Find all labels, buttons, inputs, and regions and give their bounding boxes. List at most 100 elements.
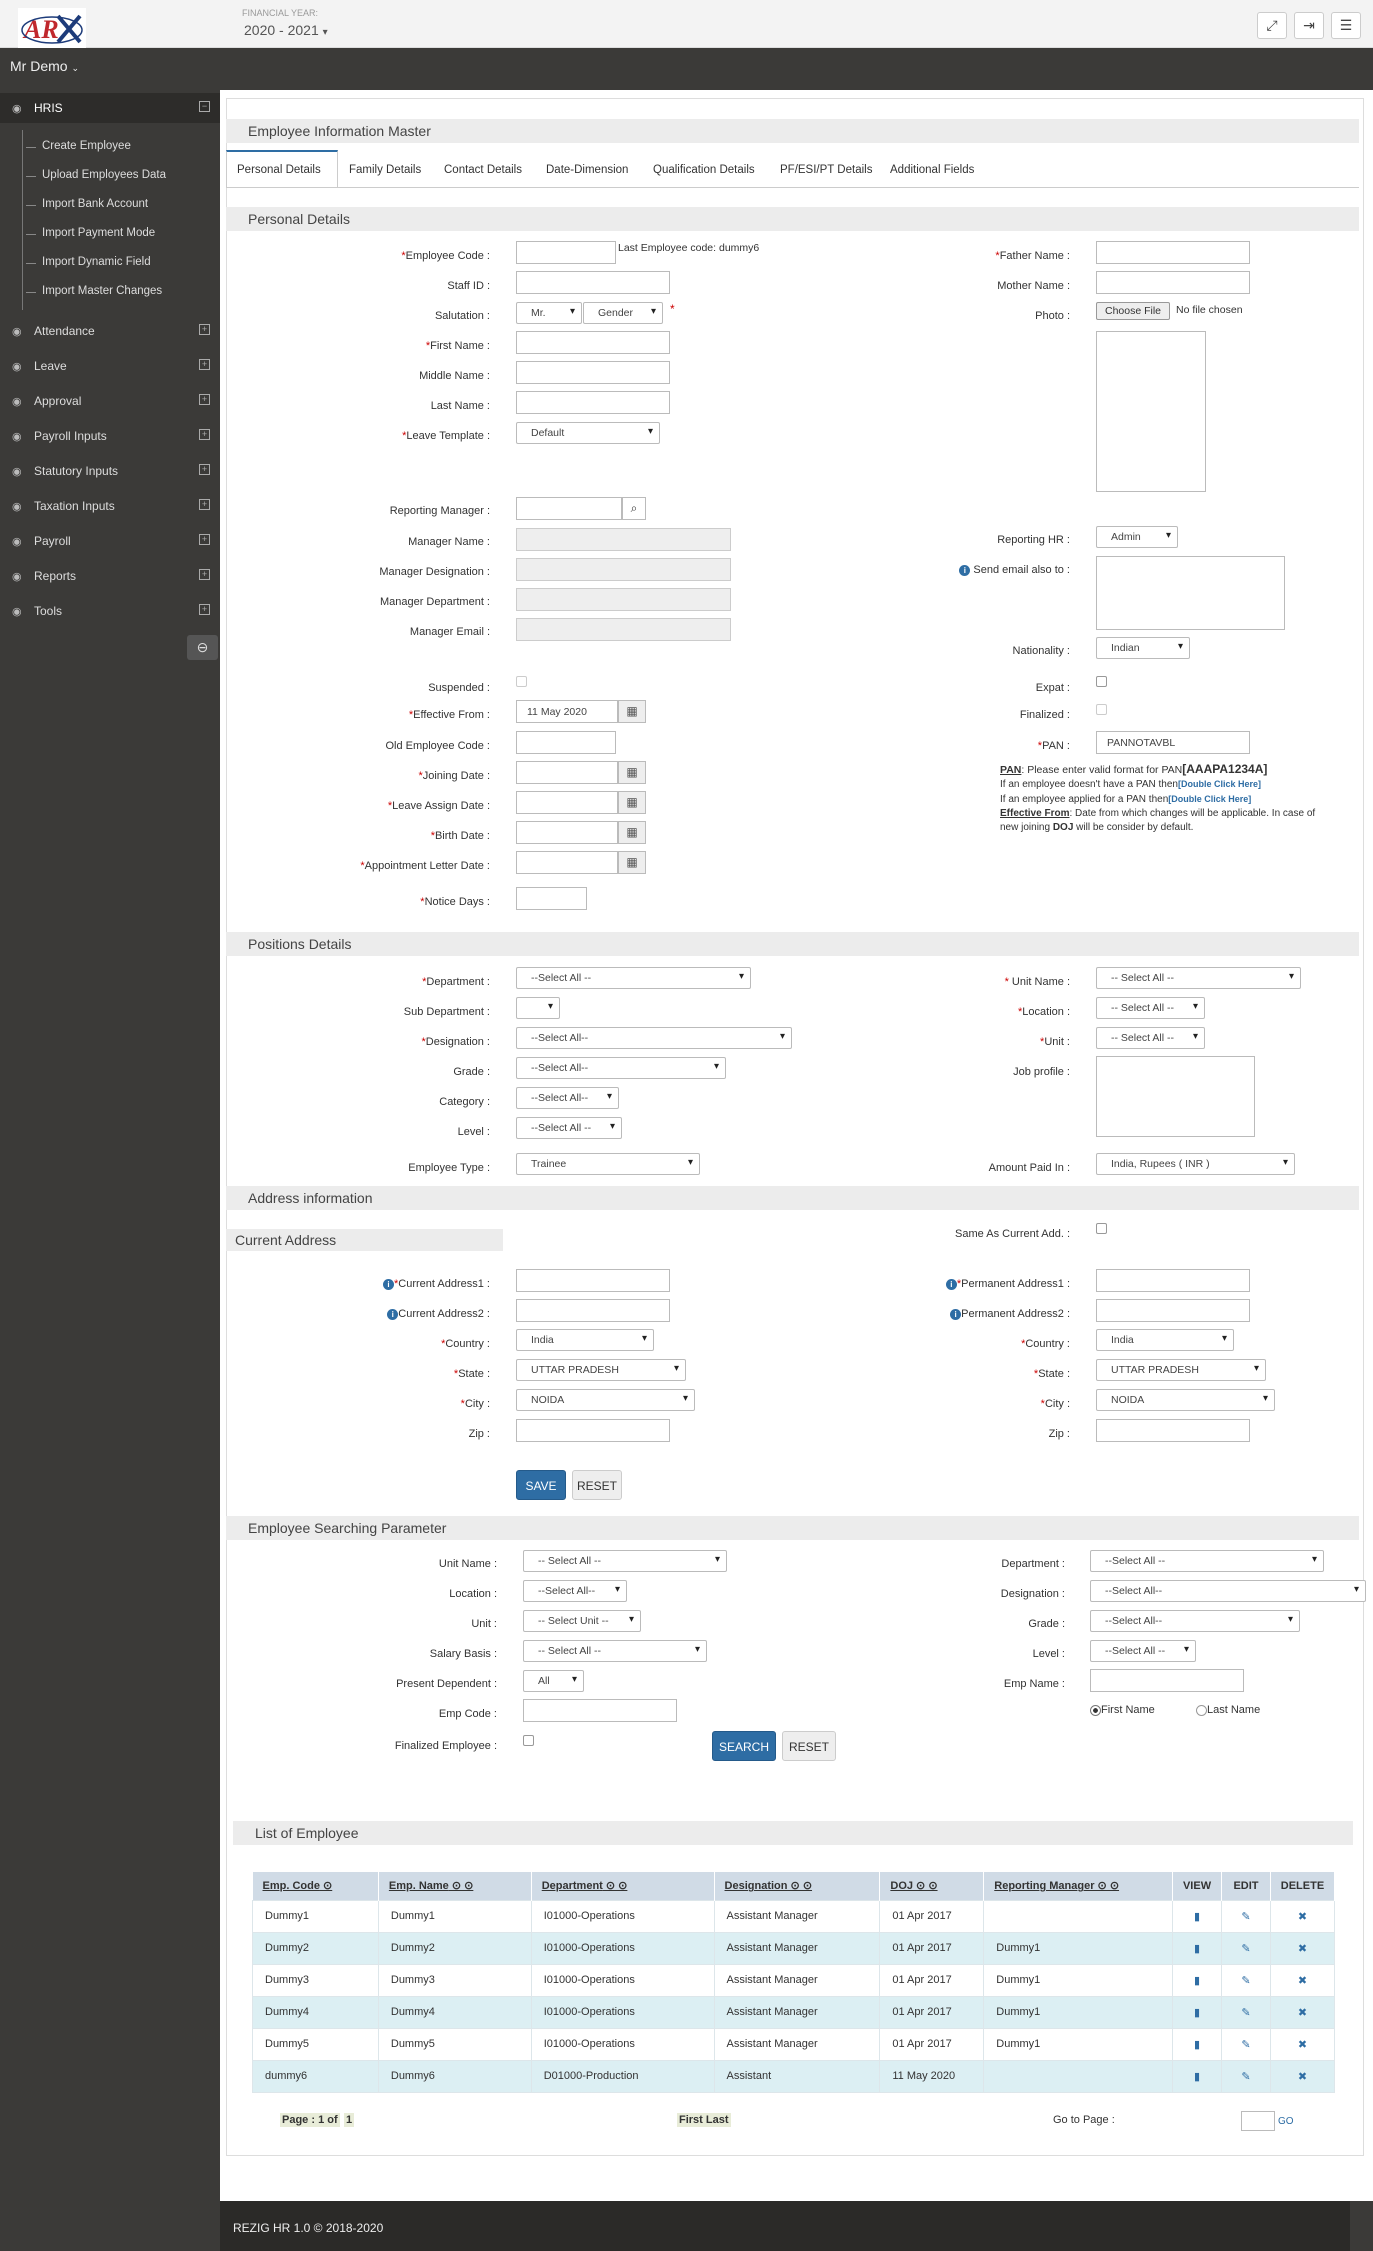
finalized-employee-checkbox[interactable] xyxy=(523,1735,534,1746)
submenu-upload-employees[interactable]: Upload Employees Data xyxy=(42,169,166,181)
reset-button[interactable]: RESET xyxy=(572,1470,622,1500)
first-last-links[interactable]: First Last xyxy=(677,2113,731,2127)
search-reset-button[interactable]: RESET xyxy=(782,1731,836,1761)
amount-paid-select[interactable]: India, Rupees ( INR ) xyxy=(1096,1153,1295,1175)
current-address1-input[interactable] xyxy=(516,1269,670,1292)
delete-icon[interactable]: ✖ xyxy=(1269,1931,1336,1965)
tab-pf-esi-pt[interactable]: PF/ESI/PT Details xyxy=(780,152,872,188)
sidebar-item-leave[interactable]: ◉ Leave + xyxy=(0,351,220,381)
col-emp-code[interactable]: Emp. Code ⊙ xyxy=(252,1872,379,1900)
col-doj[interactable]: DOJ ⊙ ⊙ xyxy=(879,1872,985,1900)
mother-name-input[interactable] xyxy=(1096,271,1250,294)
sidebar-item-attendance[interactable]: ◉ Attendance + xyxy=(0,316,220,346)
view-icon[interactable]: ▮ xyxy=(1172,2059,1223,2093)
department-select[interactable]: --Select All -- xyxy=(516,967,751,989)
edit-icon[interactable]: ✎ xyxy=(1221,1899,1271,1933)
old-employee-code-input[interactable] xyxy=(516,731,616,754)
last-name-radio[interactable]: Last Name xyxy=(1196,1704,1260,1716)
calendar-icon[interactable]: ▦ xyxy=(618,761,646,784)
search-location-select[interactable]: --Select All-- xyxy=(523,1580,627,1602)
col-designation[interactable]: Designation ⊙ ⊙ xyxy=(714,1872,881,1900)
permanent-city-select[interactable]: NOIDA xyxy=(1096,1389,1275,1411)
current-zip-input[interactable] xyxy=(516,1419,670,1442)
logout-icon[interactable]: ⇥ xyxy=(1294,12,1324,39)
send-email-textarea[interactable] xyxy=(1096,556,1285,630)
finalized-checkbox[interactable] xyxy=(1096,704,1107,715)
tab-personal-details[interactable]: Personal Details xyxy=(237,152,321,188)
submenu-import-payment[interactable]: Import Payment Mode xyxy=(42,227,155,239)
edit-icon[interactable]: ✎ xyxy=(1221,1963,1271,1997)
joining-date-input[interactable] xyxy=(516,761,618,784)
tab-contact-details[interactable]: Contact Details xyxy=(444,152,522,188)
search-grade-select[interactable]: --Select All-- xyxy=(1090,1610,1300,1632)
permanent-zip-input[interactable] xyxy=(1096,1419,1250,1442)
current-city-select[interactable]: NOIDA xyxy=(516,1389,695,1411)
sidebar-item-payroll[interactable]: ◉ Payroll + xyxy=(0,526,220,556)
search-unit-select[interactable]: -- Select Unit -- xyxy=(523,1610,641,1632)
delete-icon[interactable]: ✖ xyxy=(1269,1963,1336,1997)
calendar-icon[interactable]: ▦ xyxy=(618,791,646,814)
emp-name-input[interactable] xyxy=(1090,1669,1244,1692)
designation-select[interactable]: --Select All-- xyxy=(516,1027,792,1049)
level-select[interactable]: --Select All -- xyxy=(516,1117,622,1139)
pan-input[interactable]: PANNOTAVBL xyxy=(1096,731,1250,754)
reporting-manager-input[interactable] xyxy=(516,497,622,520)
unit-name-select[interactable]: -- Select All -- xyxy=(1096,967,1301,989)
sidebar-item-taxation-inputs[interactable]: ◉ Taxation Inputs + xyxy=(0,491,220,521)
view-icon[interactable]: ▮ xyxy=(1172,1963,1223,1997)
financial-year-select[interactable]: 2020 - 2021 ▾ xyxy=(244,22,328,38)
col-department[interactable]: Department ⊙ ⊙ xyxy=(531,1872,715,1900)
save-button[interactable]: SAVE xyxy=(516,1470,566,1500)
appointment-date-input[interactable] xyxy=(516,851,618,874)
gender-select[interactable]: Gender xyxy=(583,302,663,324)
leave-template-select[interactable]: Default xyxy=(516,422,660,444)
calendar-icon[interactable]: ▦ xyxy=(618,851,646,874)
salary-basis-select[interactable]: -- Select All -- xyxy=(523,1640,707,1662)
edit-icon[interactable]: ✎ xyxy=(1221,2027,1271,2061)
user-menu[interactable]: Mr Demo ⌄ xyxy=(10,58,79,74)
employee-type-select[interactable]: Trainee xyxy=(516,1153,700,1175)
submenu-create-employee[interactable]: Create Employee xyxy=(42,140,131,152)
delete-icon[interactable]: ✖ xyxy=(1269,1995,1336,2029)
view-icon[interactable]: ▮ xyxy=(1172,2027,1223,2061)
expat-checkbox[interactable] xyxy=(1096,676,1107,687)
go-button[interactable]: GO xyxy=(1278,2116,1294,2127)
delete-icon[interactable]: ✖ xyxy=(1269,2027,1336,2061)
tab-qualification-details[interactable]: Qualification Details xyxy=(653,152,755,188)
tab-family-details[interactable]: Family Details xyxy=(349,152,421,188)
unit-select[interactable]: -- Select All -- xyxy=(1096,1027,1205,1049)
birth-date-input[interactable] xyxy=(516,821,618,844)
reporting-hr-select[interactable]: Admin xyxy=(1096,526,1178,548)
first-name-radio[interactable]: First Name xyxy=(1090,1704,1155,1716)
sidebar-collapse-icon[interactable]: ⊖ xyxy=(187,635,218,660)
sidebar-item-statutory-inputs[interactable]: ◉ Statutory Inputs + xyxy=(0,456,220,486)
delete-icon[interactable]: ✖ xyxy=(1269,2059,1336,2093)
last-name-input[interactable] xyxy=(516,391,670,414)
col-emp-name[interactable]: Emp. Name ⊙ ⊙ xyxy=(378,1872,532,1900)
emp-code-input[interactable] xyxy=(523,1699,677,1722)
same-as-checkbox[interactable] xyxy=(1096,1223,1107,1234)
col-reporting-manager[interactable]: Reporting Manager ⊙ ⊙ xyxy=(983,1872,1174,1900)
search-department-select[interactable]: --Select All -- xyxy=(1090,1550,1324,1572)
current-country-select[interactable]: India xyxy=(516,1329,654,1351)
search-unit-name-select[interactable]: -- Select All -- xyxy=(523,1550,727,1572)
company-logo[interactable]: AR xyxy=(18,8,86,48)
choose-file-button[interactable]: Choose File xyxy=(1096,302,1170,320)
leave-assign-date-input[interactable] xyxy=(516,791,618,814)
location-select[interactable]: -- Select All -- xyxy=(1096,997,1205,1019)
edit-icon[interactable]: ✎ xyxy=(1221,1995,1271,2029)
father-name-input[interactable] xyxy=(1096,241,1250,264)
current-state-select[interactable]: UTTAR PRADESH xyxy=(516,1359,686,1381)
submenu-import-dynamic[interactable]: Import Dynamic Field xyxy=(42,256,151,268)
job-profile-textarea[interactable] xyxy=(1096,1056,1255,1137)
edit-icon[interactable]: ✎ xyxy=(1221,1931,1271,1965)
grade-select[interactable]: --Select All-- xyxy=(516,1057,726,1079)
sub-department-select[interactable] xyxy=(516,997,560,1019)
current-address2-input[interactable] xyxy=(516,1299,670,1322)
pan-applied-link[interactable]: [Double Click Here] xyxy=(1168,794,1251,804)
sidebar-item-hris[interactable]: ◉ HRIS − xyxy=(0,93,220,123)
submenu-import-bank[interactable]: Import Bank Account xyxy=(42,198,148,210)
permanent-address1-input[interactable] xyxy=(1096,1269,1250,1292)
edit-icon[interactable]: ✎ xyxy=(1221,2059,1271,2093)
first-name-input[interactable] xyxy=(516,331,670,354)
